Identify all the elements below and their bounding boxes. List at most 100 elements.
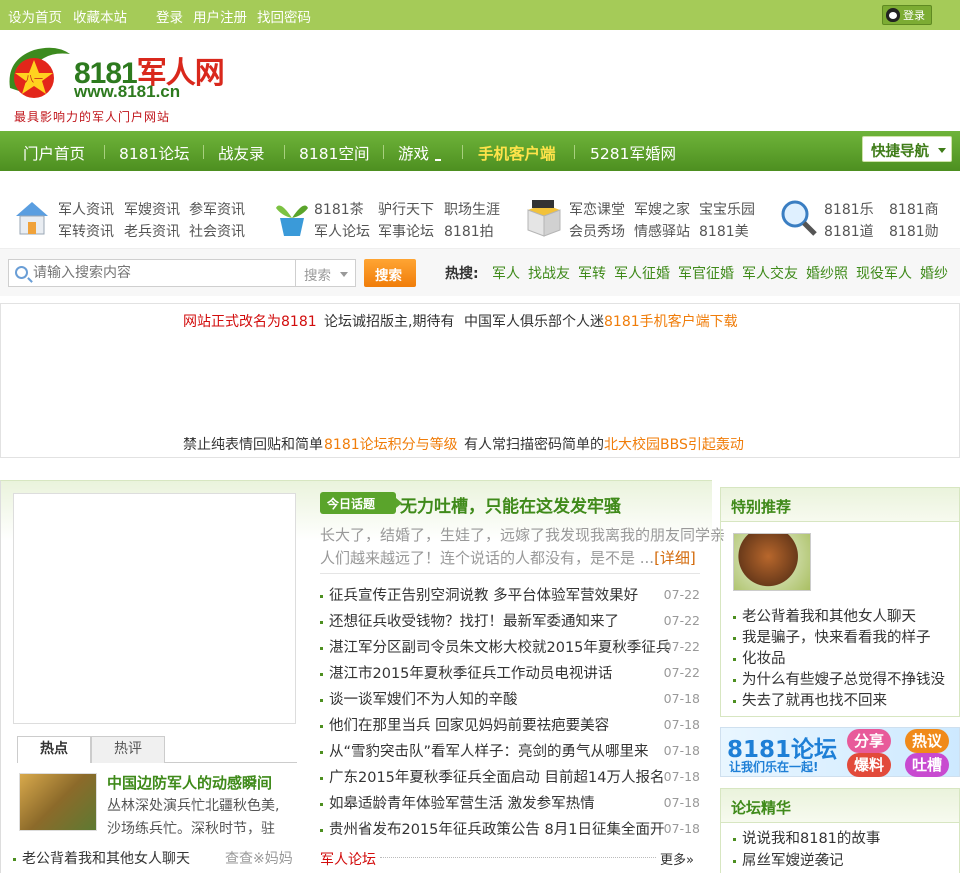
hot-search-link[interactable]: 军官征婚 [678, 263, 734, 283]
forum-section-label[interactable]: 军人论坛 [320, 849, 376, 869]
channel-link[interactable]: 军嫂之家 [634, 199, 690, 219]
hot-search-link[interactable]: 军人征婚 [614, 263, 670, 283]
channel-link[interactable]: 社会资讯 [189, 221, 245, 241]
hot-search-link[interactable]: 军转 [578, 263, 606, 283]
banner-bubble: 爆料 [847, 753, 891, 777]
today-topic-badge: 今日话题 [320, 492, 402, 514]
search-button[interactable]: 搜索 [364, 259, 416, 287]
hot-search-link[interactable]: 现役军人 [856, 263, 912, 283]
news-item[interactable]: 谈一谈军嫂们不为人知的辛酸 07-18 [320, 688, 700, 710]
nav-space[interactable]: 8181空间 [299, 142, 369, 164]
detail-link[interactable]: [详细] [654, 549, 696, 567]
news-date: 07-22 [663, 639, 700, 654]
notice-link[interactable]: 8181手机客户端下载 [604, 311, 738, 331]
list-item[interactable]: 失去了就再也找不回来 [733, 689, 887, 710]
list-item[interactable]: 老公背着我和其他女人聊天 [733, 605, 916, 626]
register-link[interactable]: 用户注册 [193, 6, 247, 26]
channel-link[interactable]: 军嫂资讯 [124, 199, 180, 219]
notice-link[interactable]: 北大校园BBS引起轰动 [604, 434, 744, 454]
list-item[interactable]: 屌丝军嫂逆袭记 [733, 849, 844, 870]
channel-link[interactable]: 军人论坛 [314, 221, 370, 241]
slideshow-image[interactable] [13, 493, 296, 724]
login-link[interactable]: 登录 [156, 6, 183, 26]
notice-link[interactable]: 禁止纯表情回贴和简单 [183, 434, 323, 454]
qq-login-button[interactable]: 登录 [882, 5, 932, 25]
set-home-link[interactable]: 设为首页 [8, 6, 62, 26]
channel-link[interactable]: 8181道 [824, 221, 874, 241]
channel-link[interactable]: 8181美 [699, 221, 749, 241]
topic-summary: 长大了，结婚了，生娃了，远嫁了我发现我离我的朋友同学亲 [320, 526, 726, 544]
nav-wedding[interactable]: 5281军婚网 [590, 142, 676, 164]
channel-link[interactable]: 军转资讯 [58, 221, 114, 241]
list-item[interactable]: 说说我和8181的故事 [733, 827, 880, 848]
news-date: 07-22 [663, 665, 700, 680]
hot-article-title[interactable]: 中国边防军人的动感瞬间 [107, 772, 272, 793]
hot-search-link[interactable]: 婚纱照 [806, 263, 848, 283]
recover-password-link[interactable]: 找回密码 [257, 6, 311, 26]
tab-review[interactable]: 热评 [91, 736, 165, 763]
news-title-text: 还想征兵收受钱物？找打！最新军委通知来了 [329, 614, 619, 630]
hot-search-link[interactable]: 军人 [492, 263, 520, 283]
qq-login-label: 登录 [903, 9, 925, 22]
notice-link[interactable]: 网站正式改名为8181 [183, 311, 317, 331]
list-item[interactable]: 为什么有些嫂子总觉得不挣钱没 [733, 668, 945, 689]
recommend-image[interactable] [733, 533, 811, 591]
channel-link[interactable]: 军事论坛 [378, 221, 434, 241]
list-item[interactable]: 化妆品 [733, 647, 786, 668]
chevron-down-icon [340, 272, 348, 277]
channel-link[interactable]: 军恋课堂 [569, 199, 625, 219]
notice-link[interactable]: 论坛诚招版主,期待有 [324, 311, 454, 331]
notice-link[interactable]: 8181论坛积分与等级 [324, 434, 458, 454]
channel-link[interactable]: 8181商 [889, 199, 939, 219]
news-item[interactable]: 如皋适龄青年体验军营生活 激发参军热情 07-18 [320, 792, 700, 814]
news-item[interactable]: 湛江市2015年夏秋季征兵工作动员电视讲话 07-22 [320, 662, 700, 684]
forum-banner[interactable]: 8181论坛 让我们乐在一起! 分享 热议 爆料 吐槽 [720, 727, 960, 777]
hot-search-link[interactable]: 找战友 [528, 263, 570, 283]
list-item[interactable]: 我是骗子，快来看看我的样子 [733, 626, 931, 647]
more-link[interactable]: 更多» [660, 849, 694, 868]
nav-forum[interactable]: 8181论坛 [119, 142, 189, 164]
list-item-meta[interactable]: 查查※妈妈 [225, 848, 293, 868]
notice-link[interactable]: 有人常扫描密码简单的 [464, 434, 604, 454]
channel-link[interactable]: 宝宝乐园 [699, 199, 755, 219]
hot-search-link[interactable]: 婚纱 [920, 263, 948, 283]
nav-comrades[interactable]: 战友录 [218, 142, 265, 164]
news-item[interactable]: 他们在那里当兵 回家见妈妈前要祛疤要美容 07-18 [320, 714, 700, 736]
topic-title[interactable]: 无力吐槽，只能在这发发牢骚 [400, 492, 621, 517]
channel-link[interactable]: 8181茶 [314, 199, 364, 219]
nav-games[interactable]: 游戏 [398, 142, 429, 164]
site-logo[interactable]: 八一 8181军人网 www.8181.cn 最具影响力的军人门户网站 [2, 38, 242, 126]
notice-link[interactable]: 中国军人俱乐部个人迷 [464, 311, 604, 331]
news-item[interactable]: 还想征兵收受钱物？找打！最新军委通知来了 07-22 [320, 610, 700, 632]
banner-bubble: 吐槽 [905, 753, 949, 777]
tab-hot[interactable]: 热点 [17, 736, 91, 763]
channel-link[interactable]: 8181勋 [889, 221, 939, 241]
news-item[interactable]: 广东2015年夏秋季征兵全面启动 目前超14万人报名 07-18 [320, 766, 700, 788]
hot-article-image[interactable] [19, 773, 97, 831]
channel-link[interactable]: 8181乐 [824, 199, 874, 219]
news-item[interactable]: 从“雪豹突击队”看军人样子：亮剑的勇气从哪里来 07-18 [320, 740, 700, 762]
channel-link[interactable]: 情感驿站 [634, 221, 690, 241]
news-item[interactable]: 征兵宣传正告别空洞说教 多平台体验军营效果好 07-22 [320, 584, 700, 606]
search-type-select[interactable]: 搜索 [296, 259, 356, 287]
channel-link[interactable]: 8181拍 [444, 221, 494, 241]
news-item[interactable]: 贵州省发布2015年征兵政策公告 8月1日征集全面开 07-18 [320, 818, 700, 840]
quick-nav-button[interactable]: 快捷导航 [862, 136, 952, 162]
channel-link[interactable]: 会员秀场 [569, 221, 625, 241]
list-item[interactable]: 老公背着我和其他女人聊天 [13, 848, 190, 868]
channel-link[interactable]: 老兵资讯 [124, 221, 180, 241]
news-title: 湛江军分区副司令员朱文彬大校就2015年夏秋季征兵 [320, 636, 670, 657]
bookmark-link[interactable]: 收藏本站 [73, 6, 127, 26]
channel-link[interactable]: 职场生涯 [444, 199, 500, 219]
news-item[interactable]: 湛江军分区副司令员朱文彬大校就2015年夏秋季征兵 07-22 [320, 636, 700, 658]
hot-search-link[interactable]: 军人交友 [742, 263, 798, 283]
today-topic: 今日话题 无力吐槽，只能在这发发牢骚 长大了，结婚了，生娃了，远嫁了我发现我离我… [308, 480, 725, 873]
topic-summary-line2: 人们越来越远了！连个说话的人都没有，是不是 ...[详细] [320, 547, 696, 568]
channel-link[interactable]: 驴行天下 [378, 199, 434, 219]
search-input[interactable] [33, 262, 293, 284]
top-bar: 设为首页 收藏本站 登录 用户注册 找回密码 登录 [0, 0, 960, 30]
nav-mobile-client[interactable]: 手机客户端 [478, 142, 556, 164]
channel-link[interactable]: 参军资讯 [189, 199, 245, 219]
nav-home[interactable]: 门户首页 [23, 142, 85, 164]
channel-link[interactable]: 军人资讯 [58, 199, 114, 219]
